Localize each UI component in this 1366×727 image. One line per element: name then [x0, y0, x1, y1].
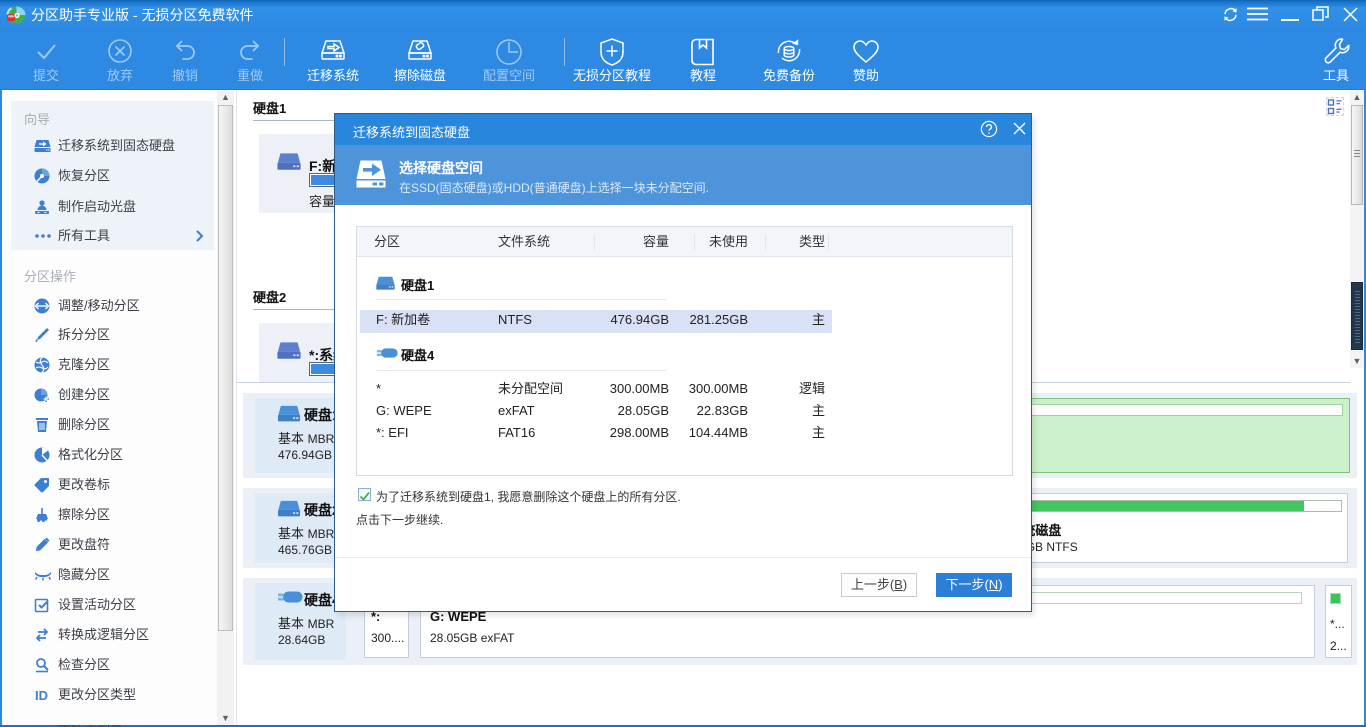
svg-text:ID: ID — [35, 688, 48, 703]
